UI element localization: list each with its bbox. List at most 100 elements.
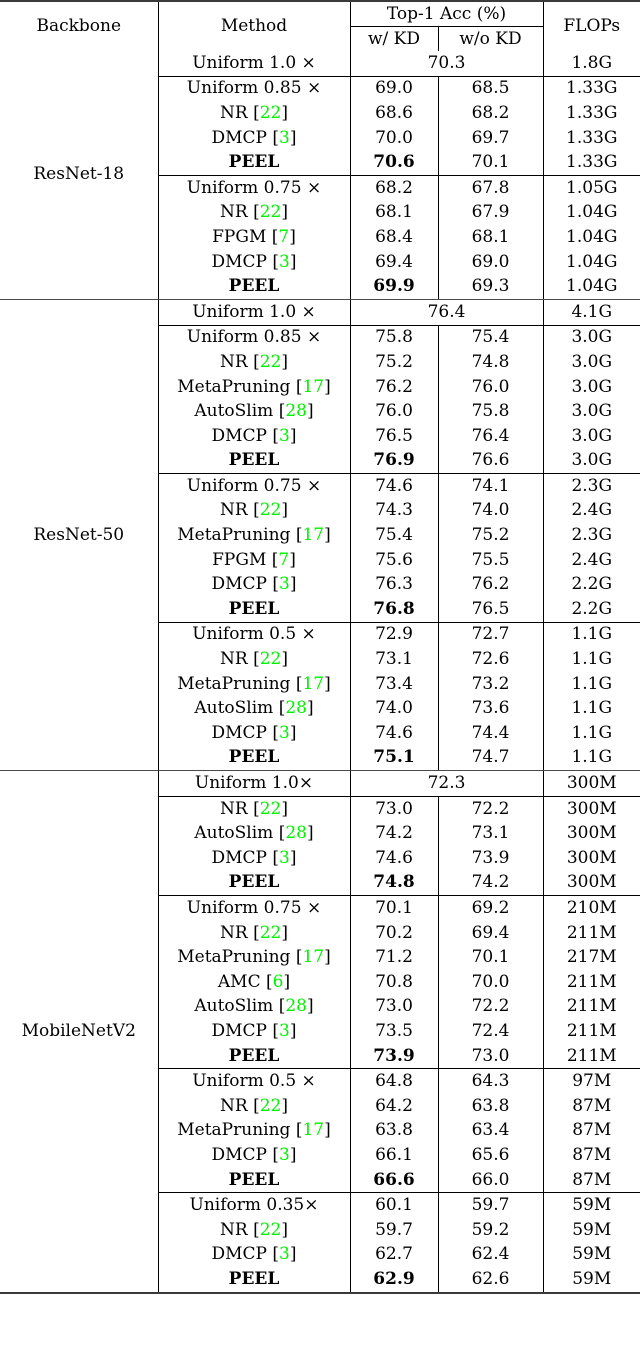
- accuracy-without-kd-cell: 74.7: [437, 745, 543, 772]
- method-cell: Uniform 1.0 ×: [157, 299, 350, 326]
- table-body: ResNet-18 Uniform 1.0 × 70.3 1.8G Uniform 0.…: [0, 51, 640, 1294]
- accuracy-with-kd-cell: 69.4: [349, 249, 438, 275]
- accuracy-with-kd-cell: 75.1: [349, 745, 438, 772]
- accuracy-without-kd-cell: 68.1: [437, 225, 543, 250]
- flops-cell: 87M: [542, 1093, 640, 1119]
- method-cell: FPGM [7]: [157, 225, 350, 250]
- method-cell: PEEL: [157, 1267, 350, 1294]
- method-cell: NR [22]: [157, 1217, 350, 1243]
- method-cell: DMCP [3]: [157, 1019, 350, 1044]
- method-cell: DMCP [3]: [157, 249, 350, 275]
- accuracy-without-kd-cell: 67.9: [437, 200, 543, 226]
- accuracy-merged-cell: 76.4: [349, 299, 543, 326]
- flops-cell: 59M: [542, 1217, 640, 1243]
- flops-cell: 1.33G: [542, 125, 640, 151]
- flops-cell: 1.04G: [542, 225, 640, 250]
- header-top1-acc: Top-1 Acc (%): [349, 0, 543, 27]
- flops-cell: 1.33G: [542, 150, 640, 176]
- method-cell: PEEL: [157, 745, 350, 772]
- accuracy-with-kd-cell: 68.6: [349, 101, 438, 126]
- method-cell: PEEL: [157, 274, 350, 300]
- accuracy-with-kd-cell: 66.6: [349, 1167, 438, 1194]
- accuracy-with-kd-cell: 74.2: [349, 821, 438, 846]
- flops-cell: 1.8G: [542, 51, 640, 77]
- accuracy-without-kd-cell: 68.5: [437, 76, 543, 102]
- accuracy-with-kd-cell: 74.0: [349, 696, 438, 722]
- accuracy-with-kd-cell: 74.6: [349, 721, 438, 746]
- method-cell: NR [22]: [157, 101, 350, 126]
- method-cell: NR [22]: [157, 350, 350, 375]
- accuracy-with-kd-cell: 75.6: [349, 547, 438, 573]
- accuracy-with-kd-cell: 75.2: [349, 350, 438, 375]
- accuracy-merged-cell: 72.3: [349, 770, 543, 797]
- flops-cell: 2.3G: [542, 523, 640, 548]
- accuracy-with-kd-cell: 68.1: [349, 200, 438, 226]
- accuracy-merged-cell: 70.3: [349, 51, 543, 77]
- flops-cell: 87M: [542, 1167, 640, 1194]
- method-cell: Uniform 0.5 ×: [157, 622, 350, 648]
- flops-cell: 300M: [542, 770, 640, 797]
- table-row: MobileNetV2 Uniform 1.0× 72.3 300M: [0, 770, 640, 1294]
- accuracy-with-kd-cell: 73.9: [349, 1043, 438, 1070]
- method-cell: AutoSlim [28]: [157, 696, 350, 722]
- accuracy-without-kd-cell: 76.5: [437, 597, 543, 623]
- method-cell: PEEL: [157, 1167, 350, 1194]
- accuracy-without-kd-cell: 63.4: [437, 1118, 543, 1144]
- method-cell: NR [22]: [157, 498, 350, 524]
- flops-cell: 1.1G: [542, 745, 640, 772]
- flops-cell: 3.0G: [542, 423, 640, 449]
- accuracy-with-kd-cell: 73.0: [349, 796, 438, 822]
- flops-cell: 4.1G: [542, 299, 640, 326]
- flops-cell: 87M: [542, 1143, 640, 1168]
- header-without-kd: w/o KD: [437, 26, 543, 51]
- accuracy-with-kd-cell: 73.0: [349, 994, 438, 1020]
- method-cell: NR [22]: [157, 647, 350, 672]
- flops-cell: 3.0G: [542, 350, 640, 375]
- method-cell: FPGM [7]: [157, 547, 350, 573]
- accuracy-with-kd-cell: 71.2: [349, 945, 438, 970]
- accuracy-without-kd-cell: 73.6: [437, 696, 543, 722]
- method-cell: MetaPruning [17]: [157, 671, 350, 697]
- flops-cell: 211M: [542, 1043, 640, 1070]
- method-cell: PEEL: [157, 448, 350, 475]
- accuracy-without-kd-cell: 70.1: [437, 150, 543, 176]
- flops-cell: 211M: [542, 994, 640, 1020]
- flops-cell: 2.4G: [542, 498, 640, 524]
- flops-cell: 1.05G: [542, 175, 640, 201]
- accuracy-with-kd-cell: 62.7: [349, 1242, 438, 1268]
- accuracy-without-kd-cell: 59.7: [437, 1192, 543, 1218]
- header-flops: FLOPs: [542, 0, 640, 51]
- method-cell: PEEL: [157, 597, 350, 623]
- method-cell: Uniform 0.5 ×: [157, 1068, 350, 1094]
- accuracy-with-kd-cell: 70.2: [349, 920, 438, 946]
- flops-cell: 300M: [542, 821, 640, 846]
- table-row: ResNet-50 Uniform 1.0 × 76.4 4.1G: [0, 299, 640, 772]
- accuracy-with-kd-cell: 72.9: [349, 622, 438, 648]
- flops-cell: 3.0G: [542, 374, 640, 400]
- accuracy-with-kd-cell: 60.1: [349, 1192, 438, 1218]
- accuracy-with-kd-cell: 73.1: [349, 647, 438, 672]
- accuracy-without-kd-cell: 59.2: [437, 1217, 543, 1243]
- method-cell: AutoSlim [28]: [157, 821, 350, 846]
- accuracy-without-kd-cell: 76.0: [437, 374, 543, 400]
- accuracy-with-kd-cell: 76.5: [349, 423, 438, 449]
- accuracy-without-kd-cell: 75.5: [437, 547, 543, 573]
- flops-cell: 97M: [542, 1068, 640, 1094]
- method-cell: NR [22]: [157, 200, 350, 226]
- accuracy-with-kd-cell: 69.0: [349, 76, 438, 102]
- method-cell: PEEL: [157, 870, 350, 897]
- flops-cell: 210M: [542, 895, 640, 921]
- flops-cell: 3.0G: [542, 325, 640, 351]
- method-cell: DMCP [3]: [157, 721, 350, 746]
- accuracy-with-kd-cell: 63.8: [349, 1118, 438, 1144]
- flops-cell: 2.2G: [542, 597, 640, 623]
- flops-cell: 3.0G: [542, 448, 640, 475]
- accuracy-without-kd-cell: 72.6: [437, 647, 543, 672]
- accuracy-without-kd-cell: 74.8: [437, 350, 543, 375]
- flops-cell: 59M: [542, 1192, 640, 1218]
- method-cell: MetaPruning [17]: [157, 523, 350, 548]
- accuracy-without-kd-cell: 62.4: [437, 1242, 543, 1268]
- accuracy-with-kd-cell: 64.2: [349, 1093, 438, 1119]
- accuracy-with-kd-cell: 68.2: [349, 175, 438, 201]
- accuracy-without-kd-cell: 76.6: [437, 448, 543, 475]
